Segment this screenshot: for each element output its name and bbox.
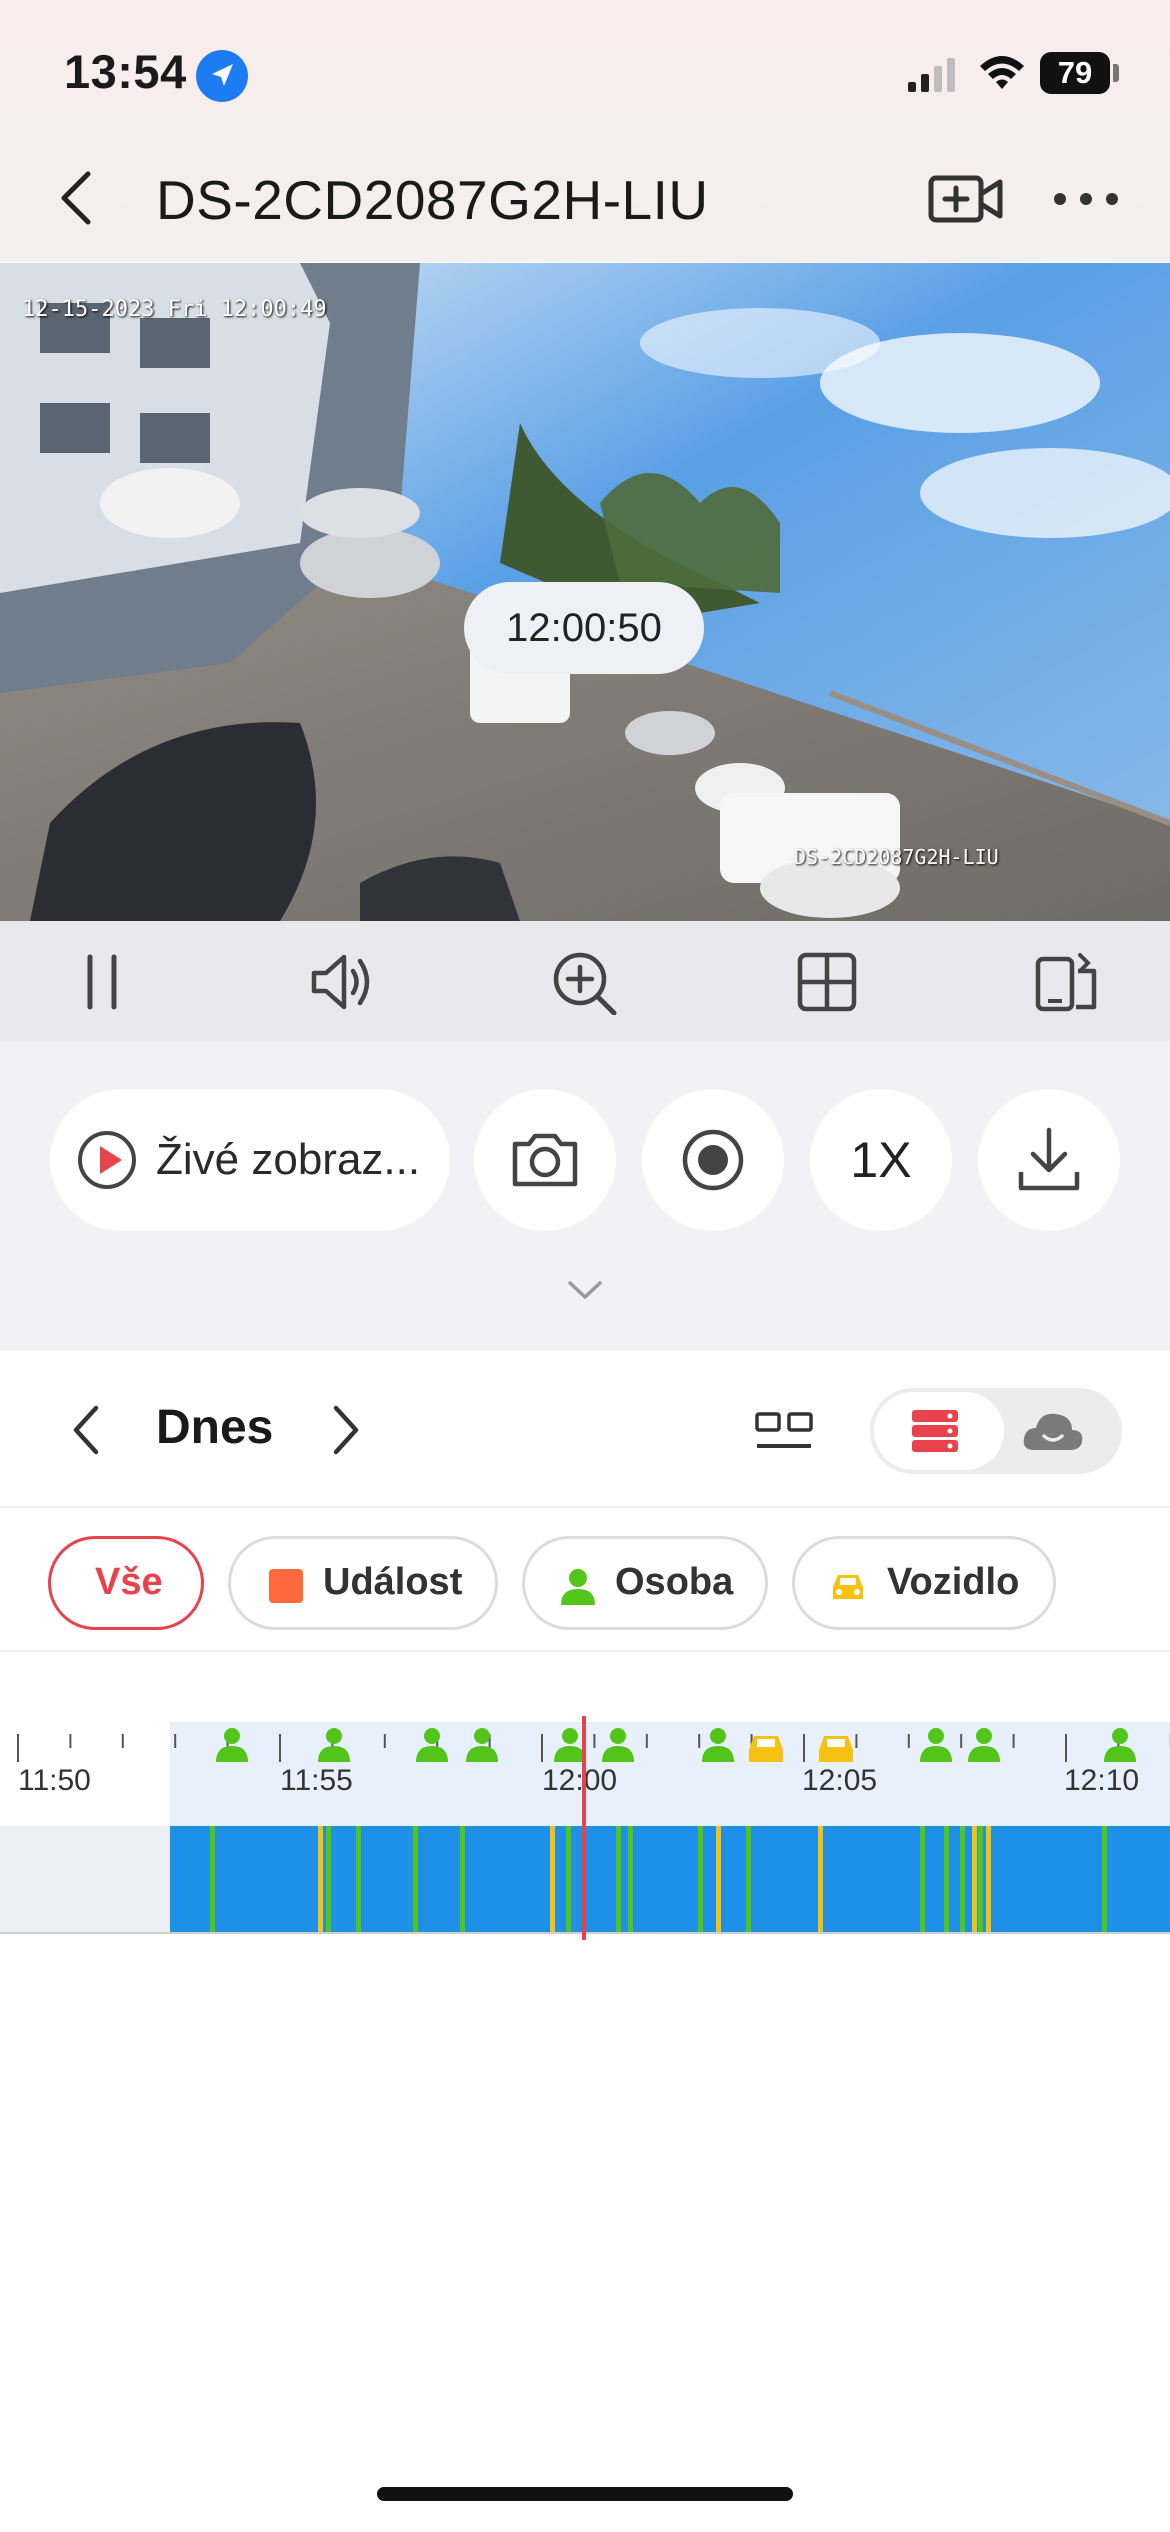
timeline-event-mark	[972, 1826, 977, 1932]
play-circle-icon	[78, 1131, 136, 1189]
camera-icon	[512, 1133, 578, 1187]
timeline-event-mark	[566, 1826, 571, 1932]
pause-button[interactable]	[68, 949, 138, 1015]
timeline-event-mark	[960, 1826, 965, 1932]
timeline-person-icon[interactable]	[216, 1728, 248, 1762]
timeline-event-mark	[210, 1826, 215, 1932]
timeline-person-icon[interactable]	[466, 1728, 498, 1762]
timeline-person-icon[interactable]	[702, 1728, 734, 1762]
rotate-screen-button[interactable]	[1032, 949, 1102, 1015]
split-view-button[interactable]	[792, 949, 862, 1015]
timeline-person-icon[interactable]	[968, 1728, 1000, 1762]
status-bar: 13:54 79	[0, 0, 1170, 140]
sound-button[interactable]	[308, 949, 378, 1015]
filter-person-label: Osoba	[615, 1561, 734, 1603]
top-area: 13:54 79 DS-2CD2087G2H-LIU	[0, 0, 1170, 262]
timeline-event-mark	[326, 1826, 331, 1932]
person-icon	[561, 1569, 595, 1605]
timeline-event-mark	[986, 1826, 991, 1932]
timeline-event-mark	[1102, 1826, 1107, 1932]
event-filters: Vše Událost Osoba Vozidlo	[0, 1510, 1170, 1652]
battery-cap	[1113, 64, 1119, 82]
add-video-clip-button[interactable]	[928, 166, 1004, 232]
timeline-label-1200: 12:00	[542, 1764, 618, 1797]
timeline-vehicle-icon[interactable]	[819, 1736, 853, 1762]
filter-vehicle-chip[interactable]: Vozidlo	[792, 1536, 1056, 1630]
home-indicator	[377, 2487, 793, 2501]
next-day-button[interactable]	[326, 1402, 366, 1458]
timeline-label-1155: 11:55	[280, 1764, 353, 1797]
timeline[interactable]: 11:50 11:55 12:00 12:05 12:10	[0, 1716, 1170, 1940]
current-playback-time: 12:00:50	[464, 582, 704, 674]
back-button[interactable]	[48, 168, 108, 228]
timeline-playhead[interactable]	[582, 1716, 586, 1940]
timeline-label-1150: 11:50	[18, 1764, 91, 1797]
player-toolbar	[0, 921, 1170, 1041]
playback-speed-button[interactable]: 1X	[810, 1089, 952, 1231]
previous-day-button[interactable]	[66, 1402, 106, 1458]
timeline-person-icon[interactable]	[1104, 1728, 1136, 1762]
filter-all-label: Vše	[95, 1561, 163, 1603]
timeline-event-mark	[413, 1826, 418, 1932]
battery-indicator: 79	[1040, 52, 1110, 94]
timeline-label-1205: 12:05	[802, 1764, 878, 1797]
page-title: DS-2CD2087G2H-LIU	[156, 169, 709, 231]
date-label: Dnes	[156, 1401, 274, 1454]
local-storage-icon	[912, 1410, 958, 1452]
timeline-person-icon[interactable]	[920, 1728, 952, 1762]
zoom-in-button[interactable]	[550, 949, 620, 1015]
timeline-vehicle-icon[interactable]	[749, 1736, 783, 1762]
filter-all-chip[interactable]: Vše	[48, 1536, 204, 1630]
timeline-event-mark	[616, 1826, 621, 1932]
filter-vehicle-label: Vozidlo	[887, 1561, 1020, 1603]
live-view-label: Živé zobraz...	[156, 1135, 421, 1184]
cellular-signal-icon	[908, 58, 955, 92]
timeline-event-mark	[944, 1826, 949, 1932]
timeline-label-1210: 12:10	[1064, 1764, 1140, 1797]
thumbnail-layout-button[interactable]	[754, 1408, 814, 1454]
live-view-button[interactable]: Živé zobraz...	[50, 1089, 450, 1231]
timeline-event-mark	[356, 1826, 361, 1932]
video-camera-name-overlay: DS-2CD2087G2H-LIU	[794, 845, 999, 869]
filter-person-chip[interactable]: Osoba	[522, 1536, 768, 1630]
status-time: 13:54	[64, 45, 187, 98]
timeline-event-mark	[978, 1826, 983, 1932]
event-square-icon	[269, 1569, 303, 1603]
timeline-event-mark	[460, 1826, 465, 1932]
expand-chevron-button[interactable]	[566, 1277, 604, 1303]
more-options-button[interactable]	[1050, 174, 1122, 224]
vehicle-icon	[833, 1575, 863, 1599]
record-icon	[682, 1129, 744, 1191]
video-timestamp-overlay: 12-15-2023 Fri 12:00:49	[22, 297, 327, 322]
timeline-event-mark	[716, 1826, 721, 1932]
location-arrow-icon	[196, 50, 248, 102]
timeline-event-mark	[920, 1826, 925, 1932]
timeline-person-icon[interactable]	[416, 1728, 448, 1762]
download-button[interactable]	[978, 1089, 1120, 1231]
filter-event-chip[interactable]: Událost	[228, 1536, 498, 1630]
wifi-icon	[980, 56, 1024, 89]
timeline-event-mark	[318, 1826, 323, 1932]
timeline-person-icon[interactable]	[602, 1728, 634, 1762]
timeline-event-mark	[628, 1826, 633, 1932]
timeline-event-mark	[550, 1826, 555, 1932]
download-icon	[1018, 1127, 1080, 1191]
nav-bar: DS-2CD2087G2H-LIU	[0, 150, 1170, 250]
record-button[interactable]	[642, 1089, 784, 1231]
filter-event-label: Událost	[323, 1561, 463, 1603]
timeline-event-mark	[698, 1826, 703, 1932]
timeline-event-mark	[818, 1826, 823, 1932]
storage-toggle[interactable]	[870, 1388, 1122, 1474]
cloud-storage-icon[interactable]	[1020, 1406, 1086, 1456]
date-navigation: Dnes	[0, 1352, 1170, 1508]
timeline-event-mark	[746, 1826, 751, 1932]
playback-speed-label: 1X	[850, 1132, 912, 1188]
playback-controls: Živé zobraz... 1X	[0, 1041, 1170, 1351]
timeline-person-icon[interactable]	[318, 1728, 350, 1762]
playback-panel: Dnes Vše Událost Osoba Vozidlo	[0, 1352, 1170, 2532]
snapshot-button[interactable]	[474, 1089, 616, 1231]
